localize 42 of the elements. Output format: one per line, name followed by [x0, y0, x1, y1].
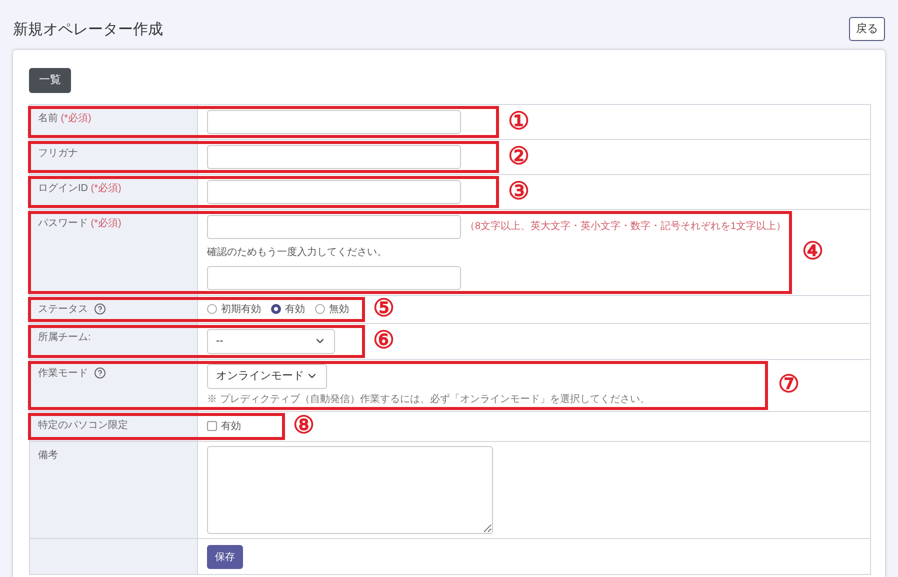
- field-label: パスワード (*必須): [38, 216, 122, 231]
- field-label: 備考: [38, 448, 58, 463]
- field-label: 名前 (*必須): [38, 112, 92, 126]
- back-button[interactable]: 戻る: [849, 17, 885, 41]
- step-number: ⑥: [373, 329, 395, 354]
- field-label: 特定のパソコン限定: [38, 418, 128, 433]
- step-number: ①: [508, 110, 530, 134]
- radio-button[interactable]: [315, 304, 325, 314]
- checkbox-label: 有効: [221, 420, 241, 434]
- input-field[interactable]: [207, 266, 461, 290]
- step-number: ⑦: [778, 373, 800, 398]
- help-icon[interactable]: [94, 302, 106, 315]
- radio-button[interactable]: [271, 304, 281, 314]
- radio-label: 無効: [329, 302, 349, 317]
- team-dropdown[interactable]: --: [207, 328, 335, 354]
- step-number: ③: [508, 180, 530, 204]
- input-field[interactable]: [207, 180, 461, 204]
- field-label: ステータス: [38, 302, 88, 317]
- password-hint: （8文字以上、英大文字・英小文字・数字・記号それぞれを1文字以上）: [465, 220, 786, 234]
- radio-label: 有効: [285, 302, 305, 317]
- radio-button[interactable]: [207, 304, 217, 314]
- mode-note: ※ プレディクティブ（自動発信）作業するには、必ず「オンラインモード」を選択してください。: [207, 392, 650, 407]
- radio-label: 初期有効: [221, 302, 261, 317]
- confirm-text: 確認のためもう一度入力してください。: [207, 246, 387, 260]
- step-number: ②: [508, 144, 530, 169]
- input-field[interactable]: [207, 214, 461, 239]
- page-title: 新規オペレーター作成: [13, 20, 163, 40]
- field-label: 所属チーム:: [38, 330, 91, 345]
- step-number: ⑧: [293, 414, 315, 438]
- remarks-field[interactable]: [207, 446, 493, 534]
- save-button[interactable]: 保存: [207, 545, 243, 570]
- input-field[interactable]: [207, 144, 461, 169]
- step-number: ④: [802, 240, 824, 264]
- mode-dropdown[interactable]: オンラインモード: [207, 364, 327, 389]
- step-number: ⑤: [373, 297, 395, 322]
- field-label: フリガナ: [38, 146, 78, 161]
- field-label: 作業モード: [38, 366, 88, 381]
- help-icon[interactable]: [94, 366, 106, 379]
- input-field[interactable]: [207, 110, 461, 134]
- checkbox[interactable]: [207, 421, 217, 432]
- list-button[interactable]: 一覧: [29, 68, 71, 93]
- field-label: ログインID (*必須): [38, 182, 122, 196]
